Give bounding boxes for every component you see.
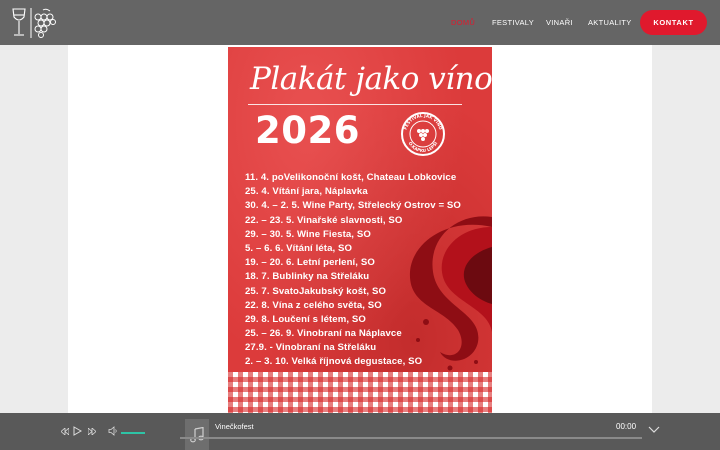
list-item: 25. 7. SvatoJakubský košt, SO — [245, 285, 387, 297]
poster-year: 2026 — [255, 109, 360, 152]
time-display: 00:00 — [616, 422, 637, 431]
list-item: 27.9. - Vinobraní na Střeláku — [245, 342, 377, 354]
nav-item-home[interactable]: DOMŮ — [451, 18, 475, 27]
list-item: 2. – 3. 10. Velká říjnová degustace, SO — [245, 356, 423, 368]
audio-player: Vinečkofest 00:00 — [0, 413, 720, 450]
chevron-down-icon[interactable] — [648, 425, 660, 435]
list-item: 11. 4. poVelikonoční košt, Chateau Lobko… — [245, 172, 457, 183]
list-item: 25. – 26. 9. Vinobraní na Náplavce — [245, 328, 402, 340]
nav-item-festivals[interactable]: FESTIVALY — [492, 18, 534, 27]
progress-bar[interactable] — [180, 437, 642, 439]
prev-icon[interactable] — [61, 428, 69, 435]
play-icon[interactable] — [73, 426, 82, 436]
next-icon[interactable] — [88, 428, 96, 435]
list-item: 18. 7. Bublinky na Střeláku — [245, 271, 370, 283]
music-note-icon — [190, 427, 204, 443]
event-list: 11. 4. poVelikonoční košt, Chateau Lobko… — [245, 171, 461, 370]
list-item: 25. 4. Vítání jara, Náplavka — [245, 186, 368, 198]
event-poster: Plakát jako víno 2026 FESTIVAL JAK VÍNO … — [228, 47, 492, 413]
volume-slider[interactable] — [121, 432, 145, 434]
top-nav-bar: DOMŮ FESTIVALY VINAŘI AKTUALITY KONTAKT — [0, 0, 720, 45]
site-logo[interactable] — [10, 7, 58, 39]
stamp-text-top: FESTIVAL JAK VÍNO — [403, 113, 444, 131]
poster-divider — [248, 104, 462, 105]
list-item: 30. 4. – 2. 5. Wine Party, Střelecký Ost… — [245, 200, 461, 212]
wine-glass-icon — [12, 8, 26, 36]
grapes-icon — [34, 8, 56, 38]
list-item: 22. 8. Vína z celého světa, SO — [245, 299, 382, 311]
contact-button[interactable]: KONTAKT — [640, 10, 707, 35]
list-item: 5. – 6. 6. Vítání léta, SO — [245, 242, 353, 254]
poster-title: Plakát jako víno — [250, 61, 492, 97]
svg-text:FESTIVAL JAK VÍNO: FESTIVAL JAK VÍNO — [403, 113, 444, 131]
nav-item-news[interactable]: AKTUALITY — [588, 18, 632, 27]
list-item: 19. – 20. 6. Letní perlení, SO — [245, 257, 375, 269]
tablecloth-pattern — [228, 372, 492, 413]
festival-stamp-icon: FESTIVAL JAK VÍNO O.KAPKU LEPŠÍ — [401, 112, 445, 156]
list-item: 29. 8. Loučení s létem, SO — [245, 313, 366, 325]
track-thumbnail — [185, 419, 209, 450]
list-item: 29. – 30. 5. Wine Fiesta, SO — [245, 228, 371, 240]
track-title: Vinečkofest — [215, 422, 254, 431]
volume-icon[interactable] — [108, 426, 118, 436]
list-item: 22. – 23. 5. Vinařské slavnosti, SO — [245, 214, 403, 226]
nav-item-winemakers[interactable]: VINAŘI — [546, 18, 573, 27]
